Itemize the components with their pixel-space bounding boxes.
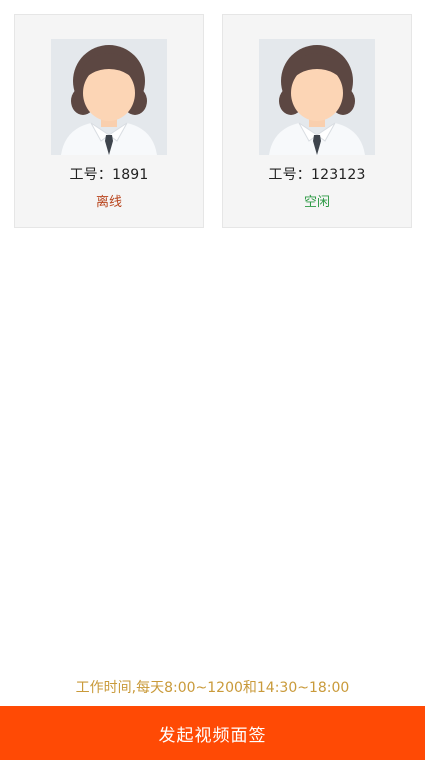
agent-status-offline: 离线: [95, 195, 122, 210]
agent-card[interactable]: 工号：123123 空闲: [222, 14, 412, 228]
agent-status-idle: 空闲: [303, 195, 330, 210]
working-hours-note: 工作时间,每天8:00~1200和14:30~18:00: [75, 680, 350, 696]
female-avatar-icon: [51, 39, 167, 155]
agent-avatar: [259, 39, 375, 155]
female-avatar-icon: [259, 39, 375, 155]
agent-id-label: 工号：1891: [69, 167, 149, 183]
agent-avatar: [51, 39, 167, 155]
agent-id-label: 工号：123123: [268, 167, 366, 183]
page: 工号：1891 离线 工号：123123 空闲 工作时间,每天8:00~1200…: [0, 0, 425, 760]
start-video-signing-button[interactable]: 发起视频面签: [0, 706, 425, 760]
agent-card[interactable]: 工号：1891 离线: [14, 14, 204, 228]
